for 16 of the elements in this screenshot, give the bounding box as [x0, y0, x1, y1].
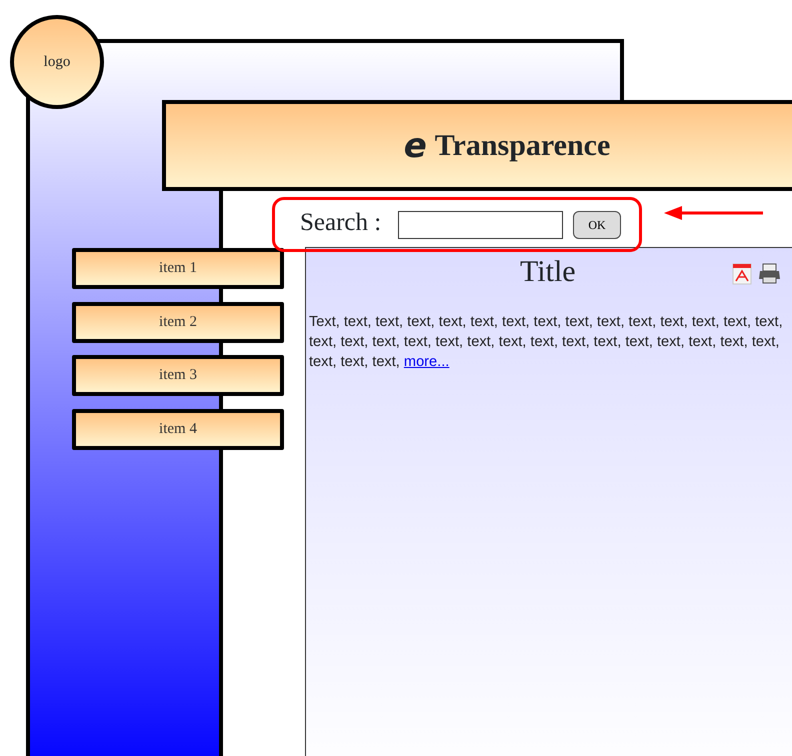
- search-label: Search :: [300, 208, 382, 238]
- site-title: Transparence: [434, 130, 610, 160]
- menu-item[interactable]: item 1: [72, 248, 284, 289]
- printer-icon[interactable]: [758, 263, 781, 284]
- logo-text: logo: [44, 52, 70, 72]
- pdf-icon[interactable]: [732, 263, 752, 285]
- menu-item[interactable]: item 4: [72, 409, 284, 450]
- logo-letter: e: [404, 128, 427, 162]
- search-field[interactable]: [398, 211, 563, 239]
- arrow-icon: [664, 205, 764, 221]
- menu-item[interactable]: item 3: [72, 355, 284, 396]
- ok-button[interactable]: OK: [573, 211, 621, 239]
- more-link[interactable]: more...: [404, 354, 450, 370]
- content-title: Title: [520, 254, 576, 290]
- body-text: Text, text, text, text, text, text, text, text, text, text, text, text, text, text, text, text, text, text, text, text, text, text, text, text, text, text, text, text, text, text, text, text, text, more...: [309, 313, 784, 372]
- menu-item[interactable]: item 2: [72, 302, 284, 343]
